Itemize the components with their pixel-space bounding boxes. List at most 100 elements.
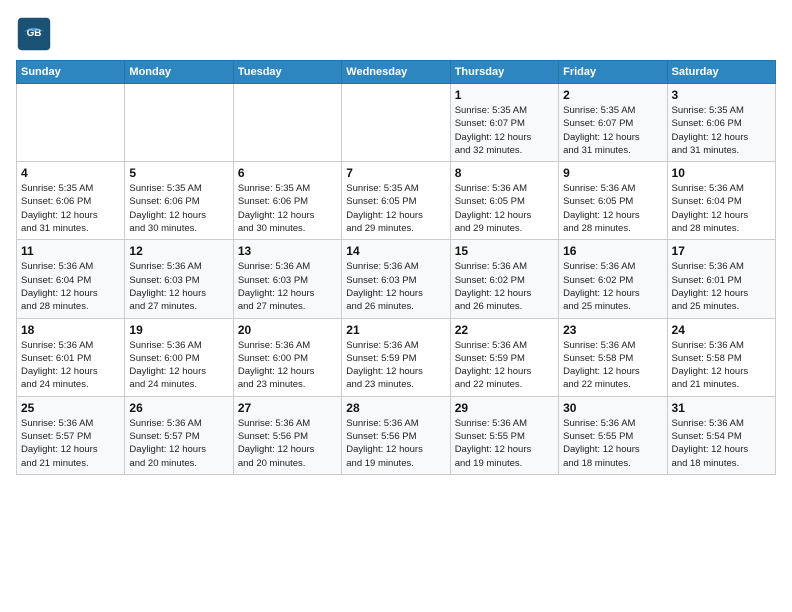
- day-info: Sunrise: 5:35 AM Sunset: 6:07 PM Dayligh…: [455, 104, 554, 157]
- week-row-5: 25 Sunrise: 5:36 AM Sunset: 5:57 PM Dayli…: [17, 396, 776, 474]
- day-cell: 19Sunrise: 5:36 AM Sunset: 6:00 PM Dayli…: [125, 318, 233, 396]
- day-info: Sunrise: 5:36 AM Sunset: 6:01 PM Dayligh…: [672, 260, 771, 313]
- day-number: 25: [21, 401, 120, 415]
- day-info: Sunrise: 5:36 AM Sunset: 5:57 PM Dayligh…: [21, 417, 120, 470]
- day-number: 1: [455, 88, 554, 102]
- day-cell: 4 Sunrise: 5:35 AM Sunset: 6:06 PM Daylig…: [17, 162, 125, 240]
- week-row-2: 4 Sunrise: 5:35 AM Sunset: 6:06 PM Daylig…: [17, 162, 776, 240]
- day-cell: 10 Sunrise: 5:36 AM Sunset: 6:04 PM Dayli…: [667, 162, 775, 240]
- day-cell: [125, 84, 233, 162]
- day-number: 15: [455, 244, 554, 258]
- logo-icon: GB: [16, 16, 52, 52]
- day-cell: 17 Sunrise: 5:36 AM Sunset: 6:01 PM Dayli…: [667, 240, 775, 318]
- header-cell-friday: Friday: [559, 61, 667, 84]
- day-cell: 30 Sunrise: 5:36 AM Sunset: 5:55 PM Dayli…: [559, 396, 667, 474]
- day-number: 24: [672, 323, 771, 337]
- day-info: Sunrise: 5:36 AM Sunset: 5:59 PM Dayligh…: [346, 339, 445, 392]
- day-cell: 12Sunrise: 5:36 AM Sunset: 6:03 PM Dayli…: [125, 240, 233, 318]
- day-info: Sunrise: 5:36 AM Sunset: 5:58 PM Dayligh…: [563, 339, 662, 392]
- day-info: Sunrise: 5:36 AM Sunset: 5:57 PM Dayligh…: [129, 417, 228, 470]
- day-number: 21: [346, 323, 445, 337]
- day-cell: 5 Sunrise: 5:35 AM Sunset: 6:06 PM Daylig…: [125, 162, 233, 240]
- day-cell: 24 Sunrise: 5:36 AM Sunset: 5:58 PM Dayli…: [667, 318, 775, 396]
- calendar-header: SundayMondayTuesdayWednesdayThursdayFrid…: [17, 61, 776, 84]
- week-row-4: 18Sunrise: 5:36 AM Sunset: 6:01 PM Dayli…: [17, 318, 776, 396]
- day-number: 13: [238, 244, 337, 258]
- header-cell-thursday: Thursday: [450, 61, 558, 84]
- day-number: 2: [563, 88, 662, 102]
- day-info: Sunrise: 5:36 AM Sunset: 6:04 PM Dayligh…: [21, 260, 120, 313]
- day-cell: 8Sunrise: 5:36 AM Sunset: 6:05 PM Daylig…: [450, 162, 558, 240]
- header-cell-saturday: Saturday: [667, 61, 775, 84]
- day-info: Sunrise: 5:35 AM Sunset: 6:05 PM Dayligh…: [346, 182, 445, 235]
- day-number: 31: [672, 401, 771, 415]
- day-cell: 18Sunrise: 5:36 AM Sunset: 6:01 PM Dayli…: [17, 318, 125, 396]
- day-number: 26: [129, 401, 228, 415]
- day-number: 11: [21, 244, 120, 258]
- day-number: 9: [563, 166, 662, 180]
- day-number: 29: [455, 401, 554, 415]
- day-cell: [233, 84, 341, 162]
- header-cell-monday: Monday: [125, 61, 233, 84]
- day-number: 14: [346, 244, 445, 258]
- day-cell: 1 Sunrise: 5:35 AM Sunset: 6:07 PM Daylig…: [450, 84, 558, 162]
- day-number: 20: [238, 323, 337, 337]
- day-cell: 31 Sunrise: 5:36 AM Sunset: 5:54 PM Dayli…: [667, 396, 775, 474]
- day-cell: 14Sunrise: 5:36 AM Sunset: 6:03 PM Dayli…: [342, 240, 450, 318]
- day-info: Sunrise: 5:36 AM Sunset: 6:02 PM Dayligh…: [563, 260, 662, 313]
- day-cell: 22Sunrise: 5:36 AM Sunset: 5:59 PM Dayli…: [450, 318, 558, 396]
- day-cell: 9 Sunrise: 5:36 AM Sunset: 6:05 PM Daylig…: [559, 162, 667, 240]
- day-info: Sunrise: 5:35 AM Sunset: 6:06 PM Dayligh…: [21, 182, 120, 235]
- day-cell: 23 Sunrise: 5:36 AM Sunset: 5:58 PM Dayli…: [559, 318, 667, 396]
- header-cell-tuesday: Tuesday: [233, 61, 341, 84]
- day-info: Sunrise: 5:36 AM Sunset: 5:54 PM Dayligh…: [672, 417, 771, 470]
- day-number: 16: [563, 244, 662, 258]
- page-header: GB: [16, 16, 776, 52]
- header-cell-wednesday: Wednesday: [342, 61, 450, 84]
- day-info: Sunrise: 5:36 AM Sunset: 6:05 PM Dayligh…: [455, 182, 554, 235]
- day-number: 4: [21, 166, 120, 180]
- day-cell: [17, 84, 125, 162]
- day-info: Sunrise: 5:36 AM Sunset: 6:05 PM Dayligh…: [563, 182, 662, 235]
- day-cell: 20 Sunrise: 5:36 AM Sunset: 6:00 PM Dayli…: [233, 318, 341, 396]
- calendar-body: 1 Sunrise: 5:35 AM Sunset: 6:07 PM Daylig…: [17, 84, 776, 475]
- day-number: 5: [129, 166, 228, 180]
- day-cell: 26 Sunrise: 5:36 AM Sunset: 5:57 PM Dayli…: [125, 396, 233, 474]
- day-number: 27: [238, 401, 337, 415]
- day-cell: 25 Sunrise: 5:36 AM Sunset: 5:57 PM Dayli…: [17, 396, 125, 474]
- day-info: Sunrise: 5:36 AM Sunset: 6:04 PM Dayligh…: [672, 182, 771, 235]
- day-cell: 2 Sunrise: 5:35 AM Sunset: 6:07 PM Daylig…: [559, 84, 667, 162]
- week-row-3: 11 Sunrise: 5:36 AM Sunset: 6:04 PM Dayli…: [17, 240, 776, 318]
- day-info: Sunrise: 5:35 AM Sunset: 6:06 PM Dayligh…: [238, 182, 337, 235]
- day-info: Sunrise: 5:36 AM Sunset: 5:56 PM Dayligh…: [238, 417, 337, 470]
- day-cell: 28Sunrise: 5:36 AM Sunset: 5:56 PM Dayli…: [342, 396, 450, 474]
- day-info: Sunrise: 5:35 AM Sunset: 6:07 PM Dayligh…: [563, 104, 662, 157]
- day-info: Sunrise: 5:35 AM Sunset: 6:06 PM Dayligh…: [672, 104, 771, 157]
- day-cell: 3Sunrise: 5:35 AM Sunset: 6:06 PM Daylig…: [667, 84, 775, 162]
- day-number: 23: [563, 323, 662, 337]
- calendar-table: SundayMondayTuesdayWednesdayThursdayFrid…: [16, 60, 776, 475]
- day-info: Sunrise: 5:36 AM Sunset: 5:58 PM Dayligh…: [672, 339, 771, 392]
- day-number: 10: [672, 166, 771, 180]
- day-cell: 27 Sunrise: 5:36 AM Sunset: 5:56 PM Dayli…: [233, 396, 341, 474]
- day-number: 6: [238, 166, 337, 180]
- logo: GB: [16, 16, 56, 52]
- day-cell: 6 Sunrise: 5:35 AM Sunset: 6:06 PM Daylig…: [233, 162, 341, 240]
- day-info: Sunrise: 5:35 AM Sunset: 6:06 PM Dayligh…: [129, 182, 228, 235]
- day-info: Sunrise: 5:36 AM Sunset: 5:55 PM Dayligh…: [455, 417, 554, 470]
- day-number: 12: [129, 244, 228, 258]
- day-number: 30: [563, 401, 662, 415]
- day-info: Sunrise: 5:36 AM Sunset: 6:00 PM Dayligh…: [238, 339, 337, 392]
- day-number: 28: [346, 401, 445, 415]
- header-cell-sunday: Sunday: [17, 61, 125, 84]
- day-number: 17: [672, 244, 771, 258]
- day-cell: [342, 84, 450, 162]
- day-info: Sunrise: 5:36 AM Sunset: 5:55 PM Dayligh…: [563, 417, 662, 470]
- day-cell: 21 Sunrise: 5:36 AM Sunset: 5:59 PM Dayli…: [342, 318, 450, 396]
- header-row: SundayMondayTuesdayWednesdayThursdayFrid…: [17, 61, 776, 84]
- day-cell: 15 Sunrise: 5:36 AM Sunset: 6:02 PM Dayli…: [450, 240, 558, 318]
- day-cell: 11 Sunrise: 5:36 AM Sunset: 6:04 PM Dayli…: [17, 240, 125, 318]
- day-info: Sunrise: 5:36 AM Sunset: 6:02 PM Dayligh…: [455, 260, 554, 313]
- day-info: Sunrise: 5:36 AM Sunset: 6:03 PM Dayligh…: [238, 260, 337, 313]
- day-number: 7: [346, 166, 445, 180]
